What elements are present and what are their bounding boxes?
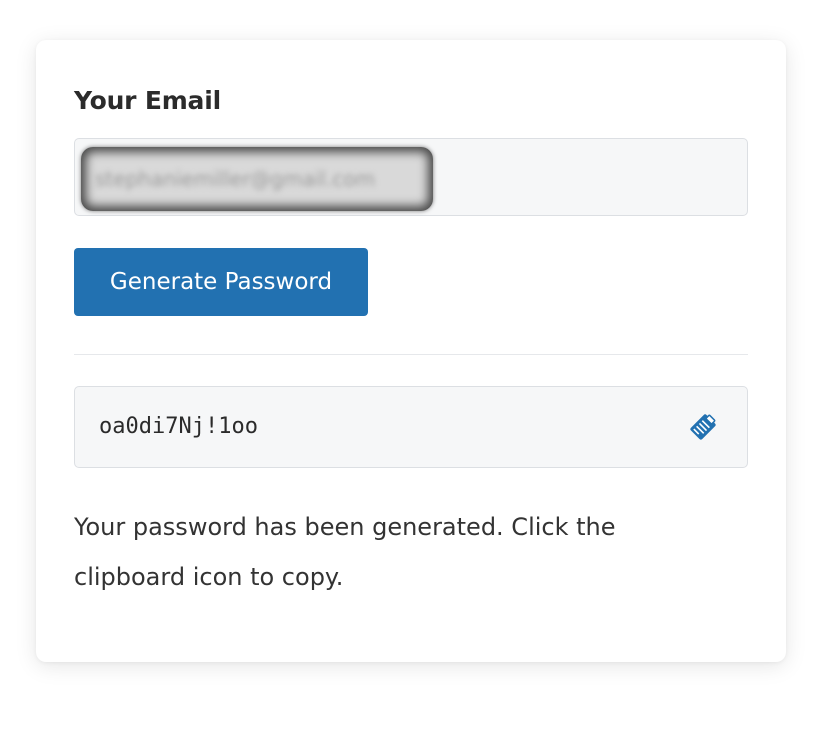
- clipboard-icon[interactable]: [687, 411, 719, 443]
- clipboard-icon-graphic: [690, 414, 716, 440]
- status-message: Your password has been generated. Click …: [74, 513, 616, 591]
- password-value: oa0di7Nj!1oo: [99, 414, 258, 439]
- generate-password-button[interactable]: Generate Password: [74, 248, 368, 316]
- email-value: stephaniemiller@gmail.com: [95, 167, 376, 191]
- email-redacted-value: stephaniemiller@gmail.com: [81, 147, 433, 211]
- password-output-field[interactable]: oa0di7Nj!1oo: [74, 386, 748, 468]
- email-field[interactable]: stephaniemiller@gmail.com: [74, 138, 748, 216]
- divider: [74, 354, 748, 355]
- email-label: Your Email: [74, 86, 221, 115]
- password-generator-card: Your Email stephaniemiller@gmail.com Gen…: [36, 40, 786, 662]
